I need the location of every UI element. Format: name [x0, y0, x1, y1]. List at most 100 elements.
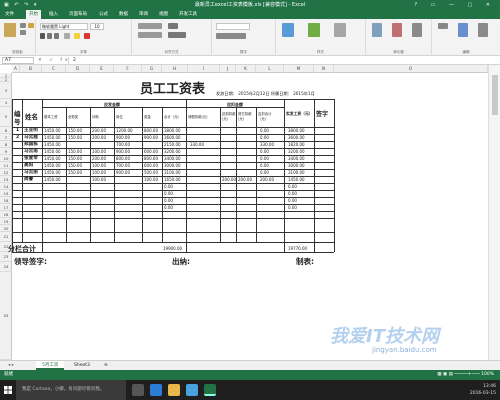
name-box[interactable]: A7	[2, 57, 34, 64]
column-header[interactable]: G	[142, 65, 162, 73]
tab-insert[interactable]: 插入	[46, 10, 61, 19]
tab-formulas[interactable]: 公式	[96, 10, 111, 19]
column-header[interactable]: B	[20, 65, 42, 73]
row-header[interactable]: 21	[0, 232, 12, 242]
windows-start-icon[interactable]	[0, 380, 16, 400]
row-header[interactable]: 19	[0, 218, 12, 225]
tab-view[interactable]: 视图	[156, 10, 171, 19]
row-header[interactable]: 23	[0, 252, 12, 262]
column-header[interactable]: H	[162, 65, 188, 73]
sheet-tab-may[interactable]: 5月工资	[36, 361, 65, 370]
cell-styles-icon[interactable]	[334, 23, 346, 37]
zoom-controls[interactable]: ▦ ▣ ▤ ─────+─── 100%	[437, 370, 494, 380]
column-header[interactable]: O	[334, 65, 488, 73]
store-icon[interactable]	[186, 384, 198, 396]
column-header[interactable]: C	[42, 65, 66, 73]
row-header[interactable]: 20	[0, 225, 12, 232]
column-header[interactable]: A	[12, 65, 20, 73]
find-select-icon[interactable]	[478, 23, 488, 37]
explorer-icon[interactable]	[168, 384, 180, 396]
row-header[interactable]: 13	[0, 176, 12, 183]
row-header[interactable]: 12	[0, 169, 12, 176]
row-header[interactable]: 10	[0, 155, 12, 162]
tab-data[interactable]: 数据	[116, 10, 131, 19]
ribbon: 剪贴板 微软雅黑 Light 10 字体 对齐方式 数字 样式 单元格 编辑	[0, 19, 500, 56]
row-header[interactable]: 22	[0, 242, 12, 252]
column-header[interactable]: F	[114, 65, 142, 73]
column-header[interactable]: E	[90, 65, 114, 73]
group-number: 数字	[212, 19, 276, 56]
tab-page-layout[interactable]: 页面布局	[66, 10, 90, 19]
taskbar: 我是 Cortana，小娜。有问题尽管问我。 13:46 2016-03-15	[0, 380, 500, 400]
fx-icons[interactable]: ✕ ✓ fx	[38, 57, 71, 64]
row-header[interactable]: 4	[0, 99, 12, 107]
delete-cells-icon[interactable]	[392, 23, 402, 37]
formula-input[interactable]: 2	[68, 57, 498, 64]
row-header[interactable]: 11	[0, 162, 12, 169]
row-header[interactable]: 15	[0, 190, 12, 197]
column-header[interactable]: J	[220, 65, 236, 73]
align-top-icon[interactable]	[138, 23, 162, 29]
row-header[interactable]: 3	[0, 82, 12, 99]
number-format-icons[interactable]	[216, 33, 246, 39]
column-header[interactable]: K	[236, 65, 256, 73]
row-header[interactable]: 24	[0, 262, 12, 272]
row-header[interactable]: 25	[0, 272, 12, 360]
autosum-icon[interactable]	[438, 23, 448, 29]
sheet-tab-sheet3[interactable]: Sheet3	[68, 361, 96, 370]
row-header[interactable]: 17	[0, 204, 12, 211]
vertical-scrollbar[interactable]	[488, 65, 500, 360]
merge-center-icon[interactable]	[168, 32, 186, 38]
column-header[interactable]: N	[314, 65, 334, 73]
column-headers: ABCDEFGHIJKLMNO	[12, 65, 488, 73]
cortana-search[interactable]: 我是 Cortana，小娜。有问题尽管问我。	[16, 380, 126, 400]
window-controls[interactable]: ? ▭ — ▢ ✕	[414, 0, 496, 10]
add-sheet-icon[interactable]: ⊕	[98, 361, 114, 370]
font-color-icon[interactable]	[84, 33, 90, 39]
tab-review[interactable]: 审阅	[136, 10, 151, 19]
row-header[interactable]: 6	[0, 127, 12, 134]
status-bar: 就绪 ▦ ▣ ▤ ─────+─── 100%	[0, 370, 500, 380]
format-table-icon[interactable]	[308, 23, 320, 37]
insert-cells-icon[interactable]	[372, 23, 382, 37]
group-alignment: 对齐方式	[132, 19, 212, 56]
row-header[interactable]: 18	[0, 211, 12, 218]
align-left-icon[interactable]	[138, 32, 162, 38]
column-header[interactable]: L	[256, 65, 284, 73]
sheet-nav-icon[interactable]: ◂ ▸	[2, 361, 20, 370]
row-header[interactable]: 16	[0, 197, 12, 204]
number-format-select[interactable]	[216, 23, 250, 30]
worksheet-grid[interactable]	[0, 65, 488, 360]
font-name-select[interactable]: 微软雅黑 Light	[40, 23, 88, 30]
sort-filter-icon[interactable]	[458, 23, 468, 37]
column-header[interactable]: D	[66, 65, 90, 73]
format-cells-icon[interactable]	[412, 23, 422, 37]
row-header[interactable]: 9	[0, 148, 12, 155]
format-painter-icon[interactable]	[28, 23, 34, 28]
column-header[interactable]: I	[188, 65, 220, 73]
italic-icon[interactable]	[47, 33, 52, 39]
conditional-format-icon[interactable]	[282, 23, 294, 37]
paste-icon[interactable]	[4, 23, 16, 37]
tab-file[interactable]: 文件	[2, 10, 17, 19]
copy-icon[interactable]	[20, 30, 26, 35]
tab-home[interactable]: 开始	[26, 10, 41, 19]
clock[interactable]: 13:46 2016-03-15	[470, 383, 496, 397]
bold-icon[interactable]	[40, 33, 45, 39]
fill-color-icon[interactable]	[74, 33, 80, 39]
task-view-icon[interactable]	[132, 384, 144, 396]
column-header[interactable]: M	[284, 65, 314, 73]
scroll-thumb[interactable]	[492, 75, 498, 115]
row-header[interactable]: 8	[0, 141, 12, 148]
row-header[interactable]: 14	[0, 183, 12, 190]
font-size-select[interactable]: 10	[90, 23, 104, 30]
excel-taskbar-icon[interactable]	[204, 384, 216, 396]
edge-icon[interactable]	[150, 384, 162, 396]
cut-icon[interactable]	[20, 23, 26, 28]
wrap-text-icon[interactable]	[168, 23, 178, 29]
tab-developer[interactable]: 开发工具	[176, 10, 200, 19]
underline-icon[interactable]	[54, 33, 59, 39]
border-icon[interactable]	[64, 33, 70, 39]
row-header[interactable]: 7	[0, 134, 12, 141]
row-header[interactable]: 5	[0, 107, 12, 127]
